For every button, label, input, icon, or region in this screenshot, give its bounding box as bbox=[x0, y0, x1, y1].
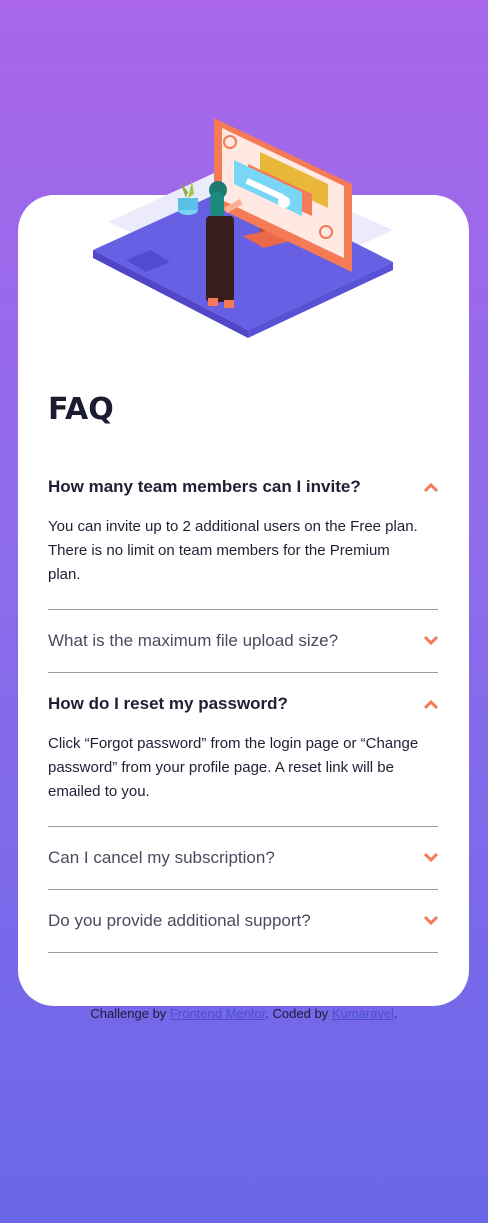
faq-question: How do I reset my password? bbox=[48, 694, 288, 713]
frontend-mentor-link[interactable]: Frontend Mentor bbox=[170, 1006, 265, 1021]
chevron-down-icon bbox=[424, 853, 438, 863]
chevron-down-icon bbox=[424, 916, 438, 926]
faq-item: Can I cancel my subscription? bbox=[48, 827, 438, 890]
faq-illustration bbox=[93, 118, 393, 338]
faq-answer: You can invite up to 2 additional users … bbox=[48, 518, 418, 583]
faq-question-button[interactable]: How do I reset my password? bbox=[48, 682, 438, 726]
chevron-down-icon bbox=[424, 636, 438, 646]
faq-question: What is the maximum file upload size? bbox=[48, 631, 339, 650]
chevron-up-icon bbox=[424, 699, 438, 709]
faq-question: How many team members can I invite? bbox=[48, 477, 361, 496]
footer-middle: . Coded by bbox=[265, 1006, 329, 1021]
faq-item: Do you provide additional support? bbox=[48, 890, 438, 953]
faq-list: How many team members can I invite? You … bbox=[48, 465, 438, 953]
faq-item: How do I reset my password? Click “Forgo… bbox=[48, 673, 438, 827]
faq-question-button[interactable]: Do you provide additional support? bbox=[48, 890, 438, 952]
page-title: FAQ bbox=[48, 392, 114, 427]
faq-question-button[interactable]: What is the maximum file upload size? bbox=[48, 610, 438, 672]
footer-suffix: . bbox=[393, 1006, 398, 1021]
faq-answer: Click “Forgot password” from the login p… bbox=[48, 735, 419, 800]
faq-item: How many team members can I invite? You … bbox=[48, 465, 438, 610]
faq-question: Do you provide additional support? bbox=[48, 911, 311, 930]
footer-prefix: Challenge by bbox=[90, 1006, 167, 1021]
chevron-up-icon bbox=[424, 482, 438, 492]
faq-question-button[interactable]: How many team members can I invite? bbox=[48, 465, 438, 509]
faq-item: What is the maximum file upload size? bbox=[48, 610, 438, 673]
faq-question: Can I cancel my subscription? bbox=[48, 848, 275, 867]
author-link[interactable]: Kumaravel bbox=[332, 1006, 394, 1021]
attribution-footer: Challenge by Frontend Mentor. Coded by K… bbox=[0, 1006, 488, 1021]
faq-question-button[interactable]: Can I cancel my subscription? bbox=[48, 827, 438, 889]
